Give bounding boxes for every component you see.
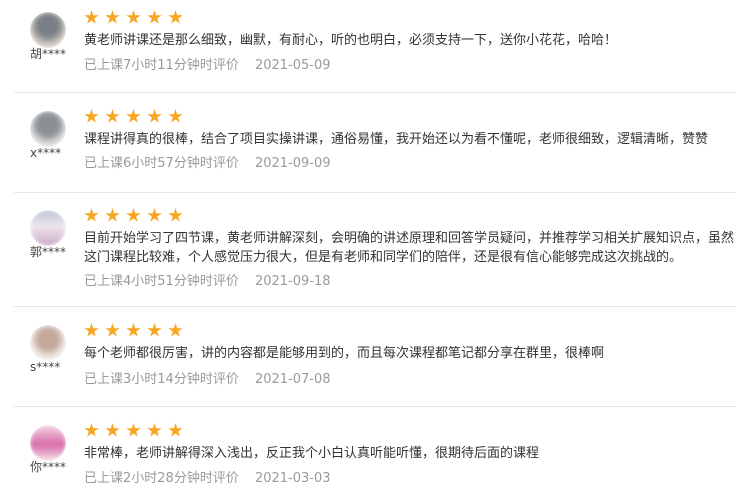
star-icon: [147, 208, 162, 222]
avatar[interactable]: [30, 111, 66, 147]
star-icon: [105, 208, 120, 222]
star-icon: [168, 10, 183, 24]
review-comment: 目前开始学习了四节课，黄老师讲解深刻，会明确的讲述原理和回答学员疑问，并推荐学习…: [84, 231, 735, 265]
star-icon: [105, 323, 120, 337]
star-icon: [84, 423, 99, 437]
rating-stars: [84, 109, 183, 127]
review-date: 2021-05-09: [254, 58, 331, 73]
star-icon: [126, 208, 141, 222]
username: 郭****: [30, 245, 67, 259]
star-icon: [84, 10, 99, 24]
review-meta: 已上课3小时14分钟时评价 2021-07-08: [84, 372, 331, 388]
review-date: 2021-09-09: [254, 156, 331, 171]
review-time-ago: 已上课4小时51分钟时评价: [84, 274, 239, 289]
avatar-image: [30, 111, 66, 147]
star-icon: [126, 10, 141, 24]
star-icon: [126, 109, 141, 123]
review-meta: 已上课7小时11分钟时评价 2021-05-09: [84, 58, 331, 74]
divider: [14, 92, 736, 93]
review-comment: 非常棒，老师讲解得深入浅出，反正我个小白认真听能听懂，很期待后面的课程: [84, 446, 540, 461]
star-icon: [147, 10, 162, 24]
review-time-ago: 已上课2小时28分钟时评价: [84, 471, 239, 486]
star-icon: [84, 109, 99, 123]
star-icon: [147, 323, 162, 337]
rating-stars: [84, 423, 183, 441]
star-icon: [168, 208, 183, 222]
avatar-image: [30, 210, 66, 246]
star-icon: [105, 10, 120, 24]
review-time-ago: 已上课3小时14分钟时评价: [84, 372, 239, 387]
star-icon: [147, 109, 162, 123]
rating-stars: [84, 323, 183, 341]
review-time-ago: 已上课7小时11分钟时评价: [84, 58, 239, 73]
divider: [14, 406, 736, 407]
avatar[interactable]: [30, 425, 66, 461]
divider: [14, 192, 736, 193]
review-list: 胡**** 黄老师讲课还是那么细致，幽默，有耐心，听的也明白，必须支持一下，送你…: [0, 0, 750, 501]
star-icon: [168, 423, 183, 437]
avatar[interactable]: [30, 210, 66, 246]
review-comment: 每个老师都很厉害，讲的内容都是能够用到的，而且每次课程都笔记都分享在群里，很棒啊: [84, 346, 605, 361]
avatar[interactable]: [30, 12, 66, 48]
star-icon: [84, 323, 99, 337]
review-item: 郭**** 目前开始学习了四节课，黄老师讲解深刻，会明确的讲述原理和回答学员疑问…: [0, 198, 750, 314]
star-icon: [105, 109, 120, 123]
username: 胡****: [30, 47, 67, 61]
review-item: s**** 每个老师都很厉害，讲的内容都是能够用到的，而且每次课程都笔记都分享在…: [0, 313, 750, 413]
review-item: x**** 课程讲得真的很棒，结合了项目实操讲课，通俗易懂，我开始还以为看不懂呢…: [0, 99, 750, 199]
star-icon: [105, 423, 120, 437]
star-icon: [168, 109, 183, 123]
rating-stars: [84, 10, 183, 28]
username: s****: [30, 360, 61, 374]
avatar-image: [30, 12, 66, 48]
star-icon: [126, 323, 141, 337]
star-icon: [168, 323, 183, 337]
star-icon: [147, 423, 162, 437]
review-date: 2021-07-08: [254, 372, 331, 387]
username: 你****: [30, 460, 67, 474]
star-icon: [84, 208, 99, 222]
review-time-ago: 已上课6小时57分钟时评价: [84, 156, 239, 171]
avatar-image: [30, 325, 66, 361]
rating-stars: [84, 208, 183, 226]
review-comment: 黄老师讲课还是那么细致，幽默，有耐心，听的也明白，必须支持一下，送你小花花，哈哈…: [84, 33, 618, 48]
review-date: 2021-03-03: [254, 471, 331, 486]
review-date: 2021-09-18: [254, 274, 331, 289]
star-icon: [126, 423, 141, 437]
avatar[interactable]: [30, 325, 66, 361]
review-item: 胡**** 黄老师讲课还是那么细致，幽默，有耐心，听的也明白，必须支持一下，送你…: [0, 0, 750, 100]
divider: [14, 306, 736, 307]
review-item: 你**** 非常棒，老师讲解得深入浅出，反正我个小白认真听能听懂，很期待后面的课…: [0, 413, 750, 501]
review-comment: 课程讲得真的很棒，结合了项目实操讲课，通俗易懂，我开始还以为看不懂呢，老师很细致…: [84, 132, 709, 147]
review-meta: 已上课2小时28分钟时评价 2021-03-03: [84, 471, 331, 487]
review-meta: 已上课6小时57分钟时评价 2021-09-09: [84, 156, 331, 172]
username: x****: [30, 146, 62, 160]
avatar-image: [30, 425, 66, 461]
review-meta: 已上课4小时51分钟时评价 2021-09-18: [84, 274, 331, 290]
